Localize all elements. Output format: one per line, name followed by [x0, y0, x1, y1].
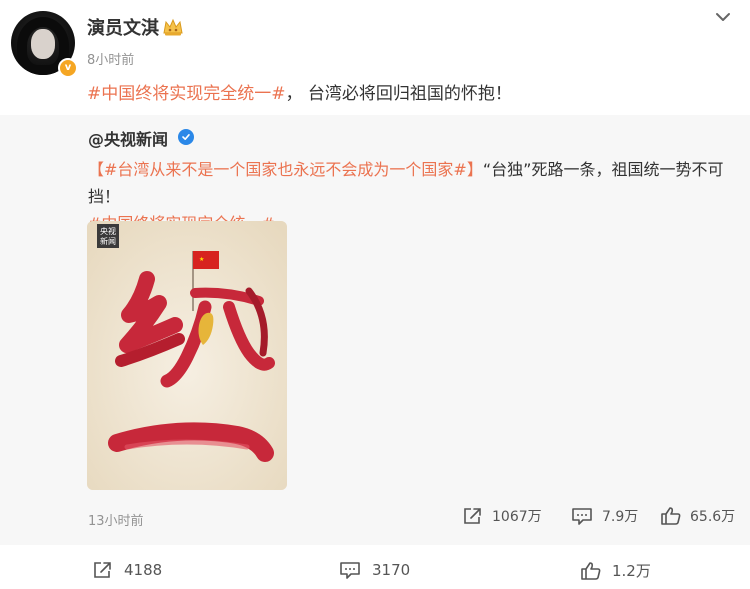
avatar-face: [31, 29, 55, 59]
repost-time: 13小时前: [88, 514, 144, 529]
repost-source[interactable]: @央视新闻: [88, 126, 168, 150]
post-time: 8小时前: [87, 53, 135, 68]
footer-comment-count: 3170: [372, 561, 411, 579]
post-body-text: ， 台湾必将回归祖国的怀抱！: [285, 84, 512, 104]
chevron-down-icon[interactable]: [714, 10, 732, 24]
footer-like-count: 1.2万: [612, 562, 651, 580]
verified-icon: v: [58, 58, 78, 78]
repost-share-button[interactable]: 1067万: [462, 506, 542, 526]
repost-like-button[interactable]: 65.6万: [660, 506, 735, 526]
checkmark-icon: [182, 133, 190, 140]
comment-icon: [572, 508, 592, 525]
logo-line2: 新闻: [100, 236, 116, 246]
cctv-news-logo: 央视 新闻: [97, 224, 119, 248]
hashtag-link[interactable]: #中国终将实现完全统一#: [87, 84, 286, 104]
comment-count: 7.9万: [602, 509, 639, 525]
post-text: #中国终将实现完全统一#， 台湾必将回归祖国的怀抱！: [87, 79, 512, 104]
verified-icon: [178, 129, 194, 145]
comment-icon: [340, 562, 360, 579]
like-icon: [581, 561, 601, 580]
hashtag-link[interactable]: #台湾从来不是一个国家也永远不会成为一个国家#: [104, 160, 467, 179]
share-icon: [464, 508, 481, 524]
like-button[interactable]: 1.2万: [580, 560, 651, 581]
share-icon: [94, 562, 111, 578]
logo-line1: 央视: [100, 226, 116, 236]
poster-image[interactable]: 央视 新闻 ★ 统一: [87, 221, 287, 490]
bracket-open: 【: [88, 160, 105, 179]
crown-icon: [163, 18, 183, 36]
svg-text:★: ★: [199, 256, 204, 263]
share-count: 1067万: [492, 509, 542, 525]
like-icon: [661, 507, 681, 525]
author-name[interactable]: 演员文淇: [87, 14, 159, 40]
poster-artwork: 央视 新闻 ★ 统一: [87, 221, 287, 490]
share-button[interactable]: 4188: [92, 560, 162, 580]
like-count: 65.6万: [690, 509, 736, 525]
bracket-close: 】: [466, 160, 483, 179]
footer-share-count: 4188: [124, 561, 163, 579]
comment-button[interactable]: 3170: [338, 560, 410, 580]
repost-comment-button[interactable]: 7.9万: [570, 506, 638, 526]
